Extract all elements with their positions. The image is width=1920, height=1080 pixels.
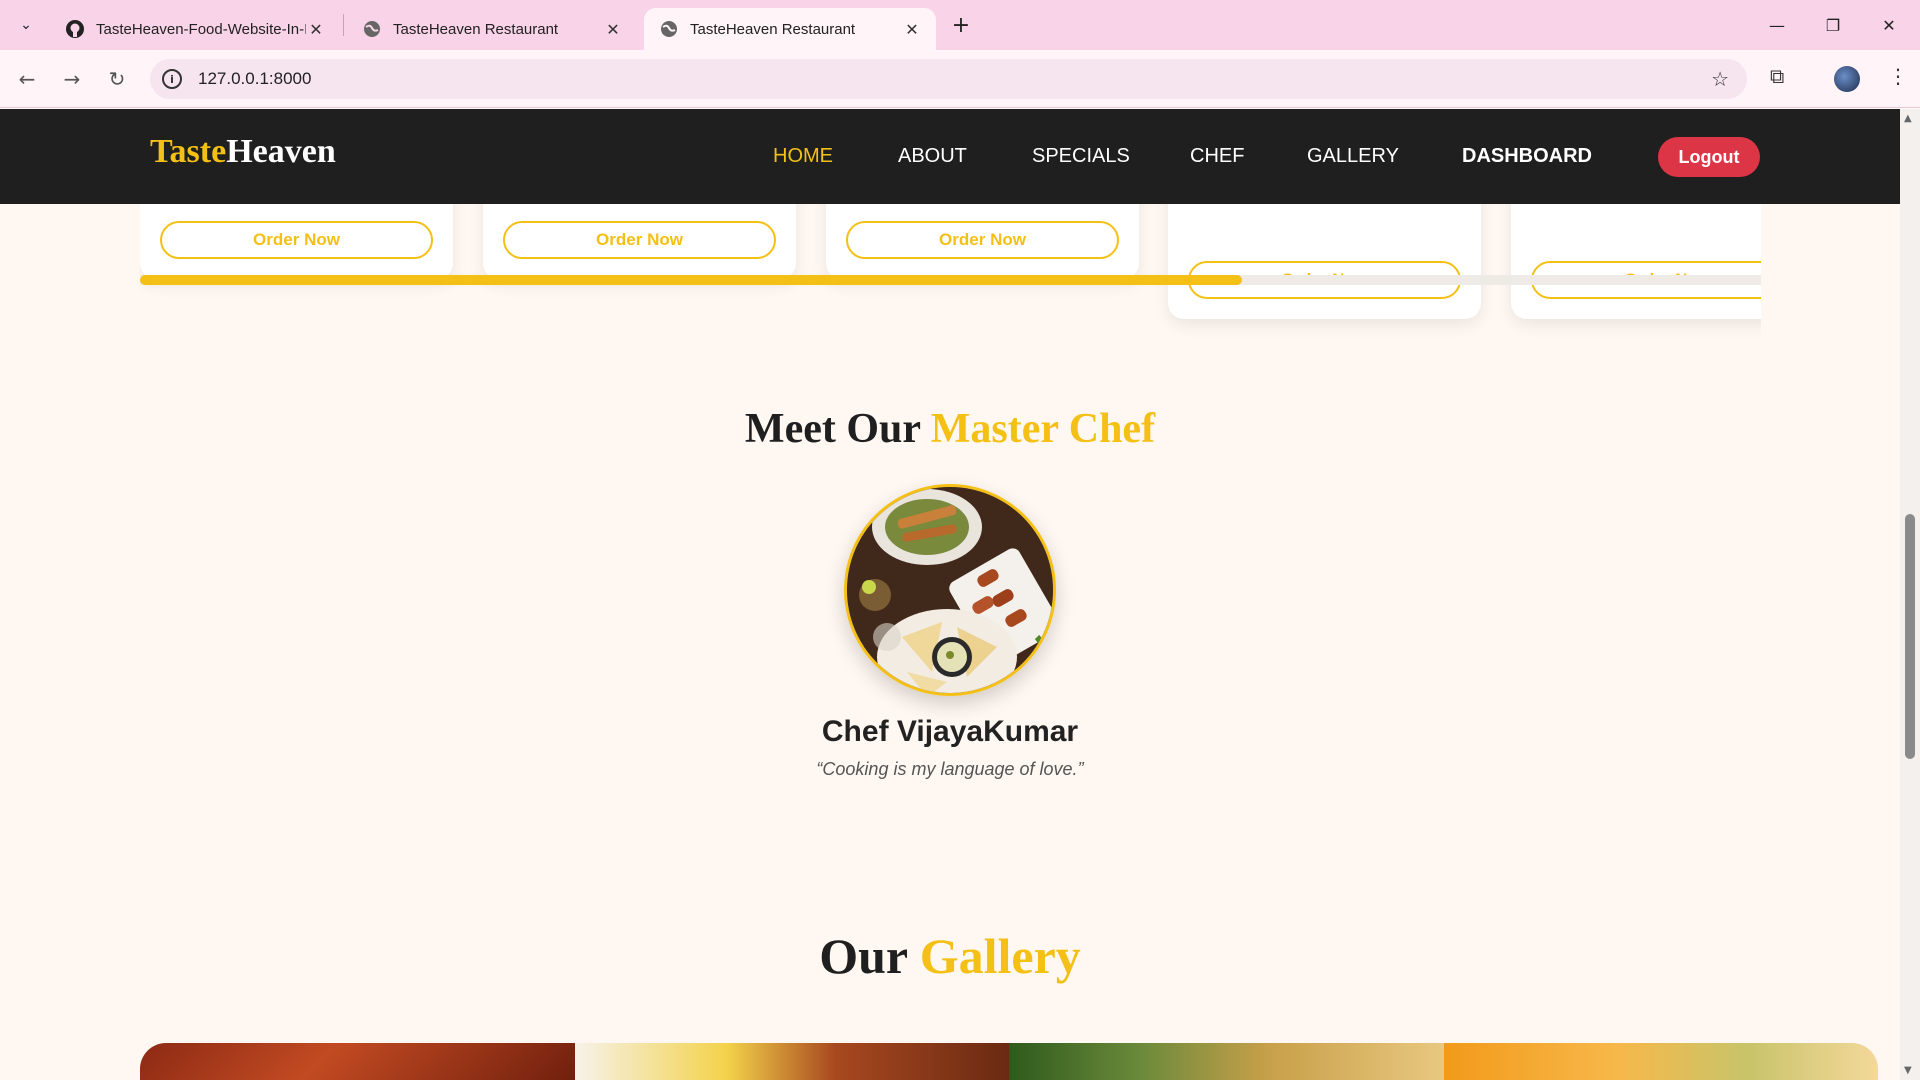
- order-now-button[interactable]: Order Now: [846, 221, 1119, 259]
- tab-divider: [343, 14, 344, 36]
- page-scroll-thumb[interactable]: [1905, 514, 1915, 759]
- logo-heaven: Heaven: [226, 133, 336, 170]
- reload-icon[interactable]: ↻: [102, 64, 132, 94]
- url-text: 127.0.0.1:8000: [198, 69, 312, 88]
- page-viewport: Order Now Order Now Order Now Order Now …: [0, 109, 1900, 1080]
- gallery-image[interactable]: [1443, 1043, 1878, 1080]
- globe-icon: [658, 18, 680, 40]
- carousel-scrollbar[interactable]: [140, 275, 1761, 285]
- browser-tab-strip: ⌄ TasteHeaven-Food-Website-In-I ✕ TasteH…: [0, 0, 1920, 50]
- chef-section-title: Meet Our Master Chef: [0, 405, 1900, 453]
- close-tab-icon[interactable]: ✕: [603, 20, 623, 39]
- close-window-icon[interactable]: ✕: [1874, 10, 1904, 40]
- nav-dashboard[interactable]: DASHBOARD: [1462, 145, 1592, 168]
- site-navbar: TasteHeaven HOME ABOUT SPECIALS CHEF GAL…: [0, 109, 1900, 204]
- nav-gallery[interactable]: GALLERY: [1307, 145, 1399, 168]
- logout-button[interactable]: Logout: [1658, 137, 1760, 177]
- tab-restaurant-1[interactable]: TasteHeaven Restaurant ✕: [347, 8, 637, 50]
- order-now-button[interactable]: Order Now: [160, 221, 433, 259]
- gallery-title-plain: Our: [819, 928, 920, 984]
- nav-home[interactable]: HOME: [773, 145, 833, 168]
- extensions-puzzle-icon[interactable]: ⧉: [1770, 64, 1784, 88]
- restore-icon[interactable]: ❐: [1818, 10, 1848, 40]
- gallery-grid: [140, 1043, 1878, 1080]
- chef-title-highlight: Master Chef: [930, 406, 1156, 452]
- gallery-image[interactable]: [1009, 1043, 1444, 1080]
- github-icon: [64, 18, 86, 40]
- browser-menu-icon[interactable]: ⋮: [1888, 64, 1908, 88]
- bookmark-star-icon[interactable]: ☆: [1711, 67, 1729, 91]
- gallery-image[interactable]: [574, 1043, 1009, 1080]
- tab-title: TasteHeaven-Food-Website-In-I: [96, 20, 306, 38]
- new-tab-plus-icon[interactable]: +: [948, 12, 974, 38]
- globe-icon: [361, 18, 383, 40]
- gallery-section-title: Our Gallery: [0, 927, 1900, 985]
- chef-photo: [844, 484, 1056, 696]
- close-tab-icon[interactable]: ✕: [306, 20, 326, 39]
- url-input[interactable]: i 127.0.0.1:8000 ☆: [150, 59, 1747, 99]
- close-tab-icon[interactable]: ✕: [902, 20, 922, 39]
- site-logo[interactable]: TasteHeaven: [150, 133, 336, 171]
- tab-search-chevron-icon[interactable]: ⌄: [12, 12, 40, 38]
- minimize-icon[interactable]: —: [1762, 10, 1792, 40]
- chef-title-plain: Meet Our: [744, 406, 931, 452]
- nav-specials[interactable]: SPECIALS: [1032, 145, 1130, 168]
- tab-title: TasteHeaven Restaurant: [690, 20, 856, 38]
- order-now-button[interactable]: Order Now: [503, 221, 776, 259]
- profile-avatar[interactable]: [1834, 66, 1860, 92]
- gallery-title-highlight: Gallery: [919, 928, 1081, 984]
- site-info-icon[interactable]: i: [162, 69, 182, 89]
- forward-arrow-icon[interactable]: →: [57, 64, 87, 94]
- carousel-scroll-thumb[interactable]: [140, 275, 1243, 285]
- logo-taste: Taste: [150, 133, 227, 170]
- page-scrollbar[interactable]: ▲ ▼: [1900, 109, 1920, 1080]
- tab-title: TasteHeaven Restaurant: [393, 20, 559, 38]
- chef-quote: “Cooking is my language of love.”: [816, 759, 1084, 779]
- tab-restaurant-active[interactable]: TasteHeaven Restaurant ✕: [644, 8, 936, 50]
- tab-github[interactable]: TasteHeaven-Food-Website-In-I ✕: [50, 8, 340, 50]
- chef-name: Chef VijayaKumar: [821, 715, 1079, 748]
- nav-about[interactable]: ABOUT: [898, 145, 967, 168]
- back-arrow-icon[interactable]: ←: [12, 64, 42, 94]
- scroll-up-arrow-icon[interactable]: ▲: [1904, 113, 1912, 124]
- nav-chef[interactable]: CHEF: [1190, 145, 1244, 168]
- gallery-image[interactable]: [140, 1043, 575, 1080]
- address-bar-row: ← → ↻ i 127.0.0.1:8000 ☆: [0, 50, 1920, 108]
- scroll-down-arrow-icon[interactable]: ▼: [1904, 1065, 1912, 1076]
